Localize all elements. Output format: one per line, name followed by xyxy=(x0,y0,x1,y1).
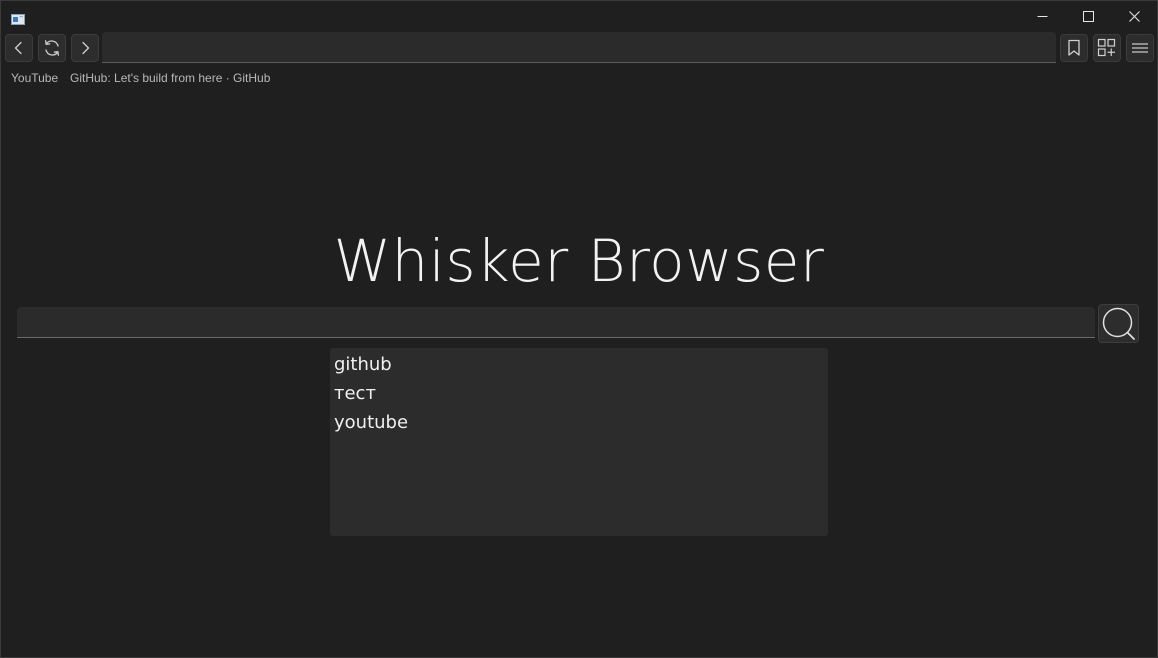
suggestion-item[interactable]: youtube xyxy=(330,410,828,439)
maximize-button[interactable] xyxy=(1065,1,1111,31)
page-title: Whisker Browser xyxy=(333,227,825,295)
title-bar[interactable] xyxy=(1,1,1157,31)
extensions-button[interactable] xyxy=(1093,34,1121,62)
bookmarks-bar: YouTube GitHub: Let's build from here · … xyxy=(1,69,1157,89)
extensions-icon xyxy=(1097,38,1116,57)
minimize-button[interactable] xyxy=(1019,1,1065,31)
reload-button[interactable] xyxy=(38,34,66,62)
menu-button[interactable] xyxy=(1126,34,1154,62)
close-icon xyxy=(1128,10,1140,22)
maximize-icon xyxy=(1082,10,1094,22)
search-icon xyxy=(1102,307,1135,340)
search-button[interactable] xyxy=(1098,304,1139,343)
minimize-icon xyxy=(1037,15,1047,17)
bookmark-youtube[interactable]: YouTube xyxy=(11,71,58,85)
reload-icon xyxy=(44,40,60,56)
bookmark-icon xyxy=(1068,39,1080,56)
hamburger-menu-icon xyxy=(1132,43,1148,53)
chevron-right-icon xyxy=(82,41,90,55)
search-suggestions-list: github тест youtube xyxy=(330,348,828,536)
navigation-toolbar xyxy=(1,31,1157,65)
bookmark-button[interactable] xyxy=(1060,34,1088,62)
suggestion-item[interactable]: github xyxy=(330,352,828,381)
address-bar[interactable] xyxy=(102,32,1056,63)
back-button[interactable] xyxy=(5,34,33,62)
chevron-left-icon xyxy=(14,41,22,55)
browser-window: YouTube GitHub: Let's build from here · … xyxy=(0,0,1158,658)
close-button[interactable] xyxy=(1111,1,1157,31)
app-window-icon xyxy=(11,10,25,25)
suggestion-item[interactable]: тест xyxy=(330,381,828,410)
search-input[interactable] xyxy=(17,307,1095,338)
bookmark-github[interactable]: GitHub: Let's build from here · GitHub xyxy=(70,71,270,85)
forward-button[interactable] xyxy=(71,34,99,62)
